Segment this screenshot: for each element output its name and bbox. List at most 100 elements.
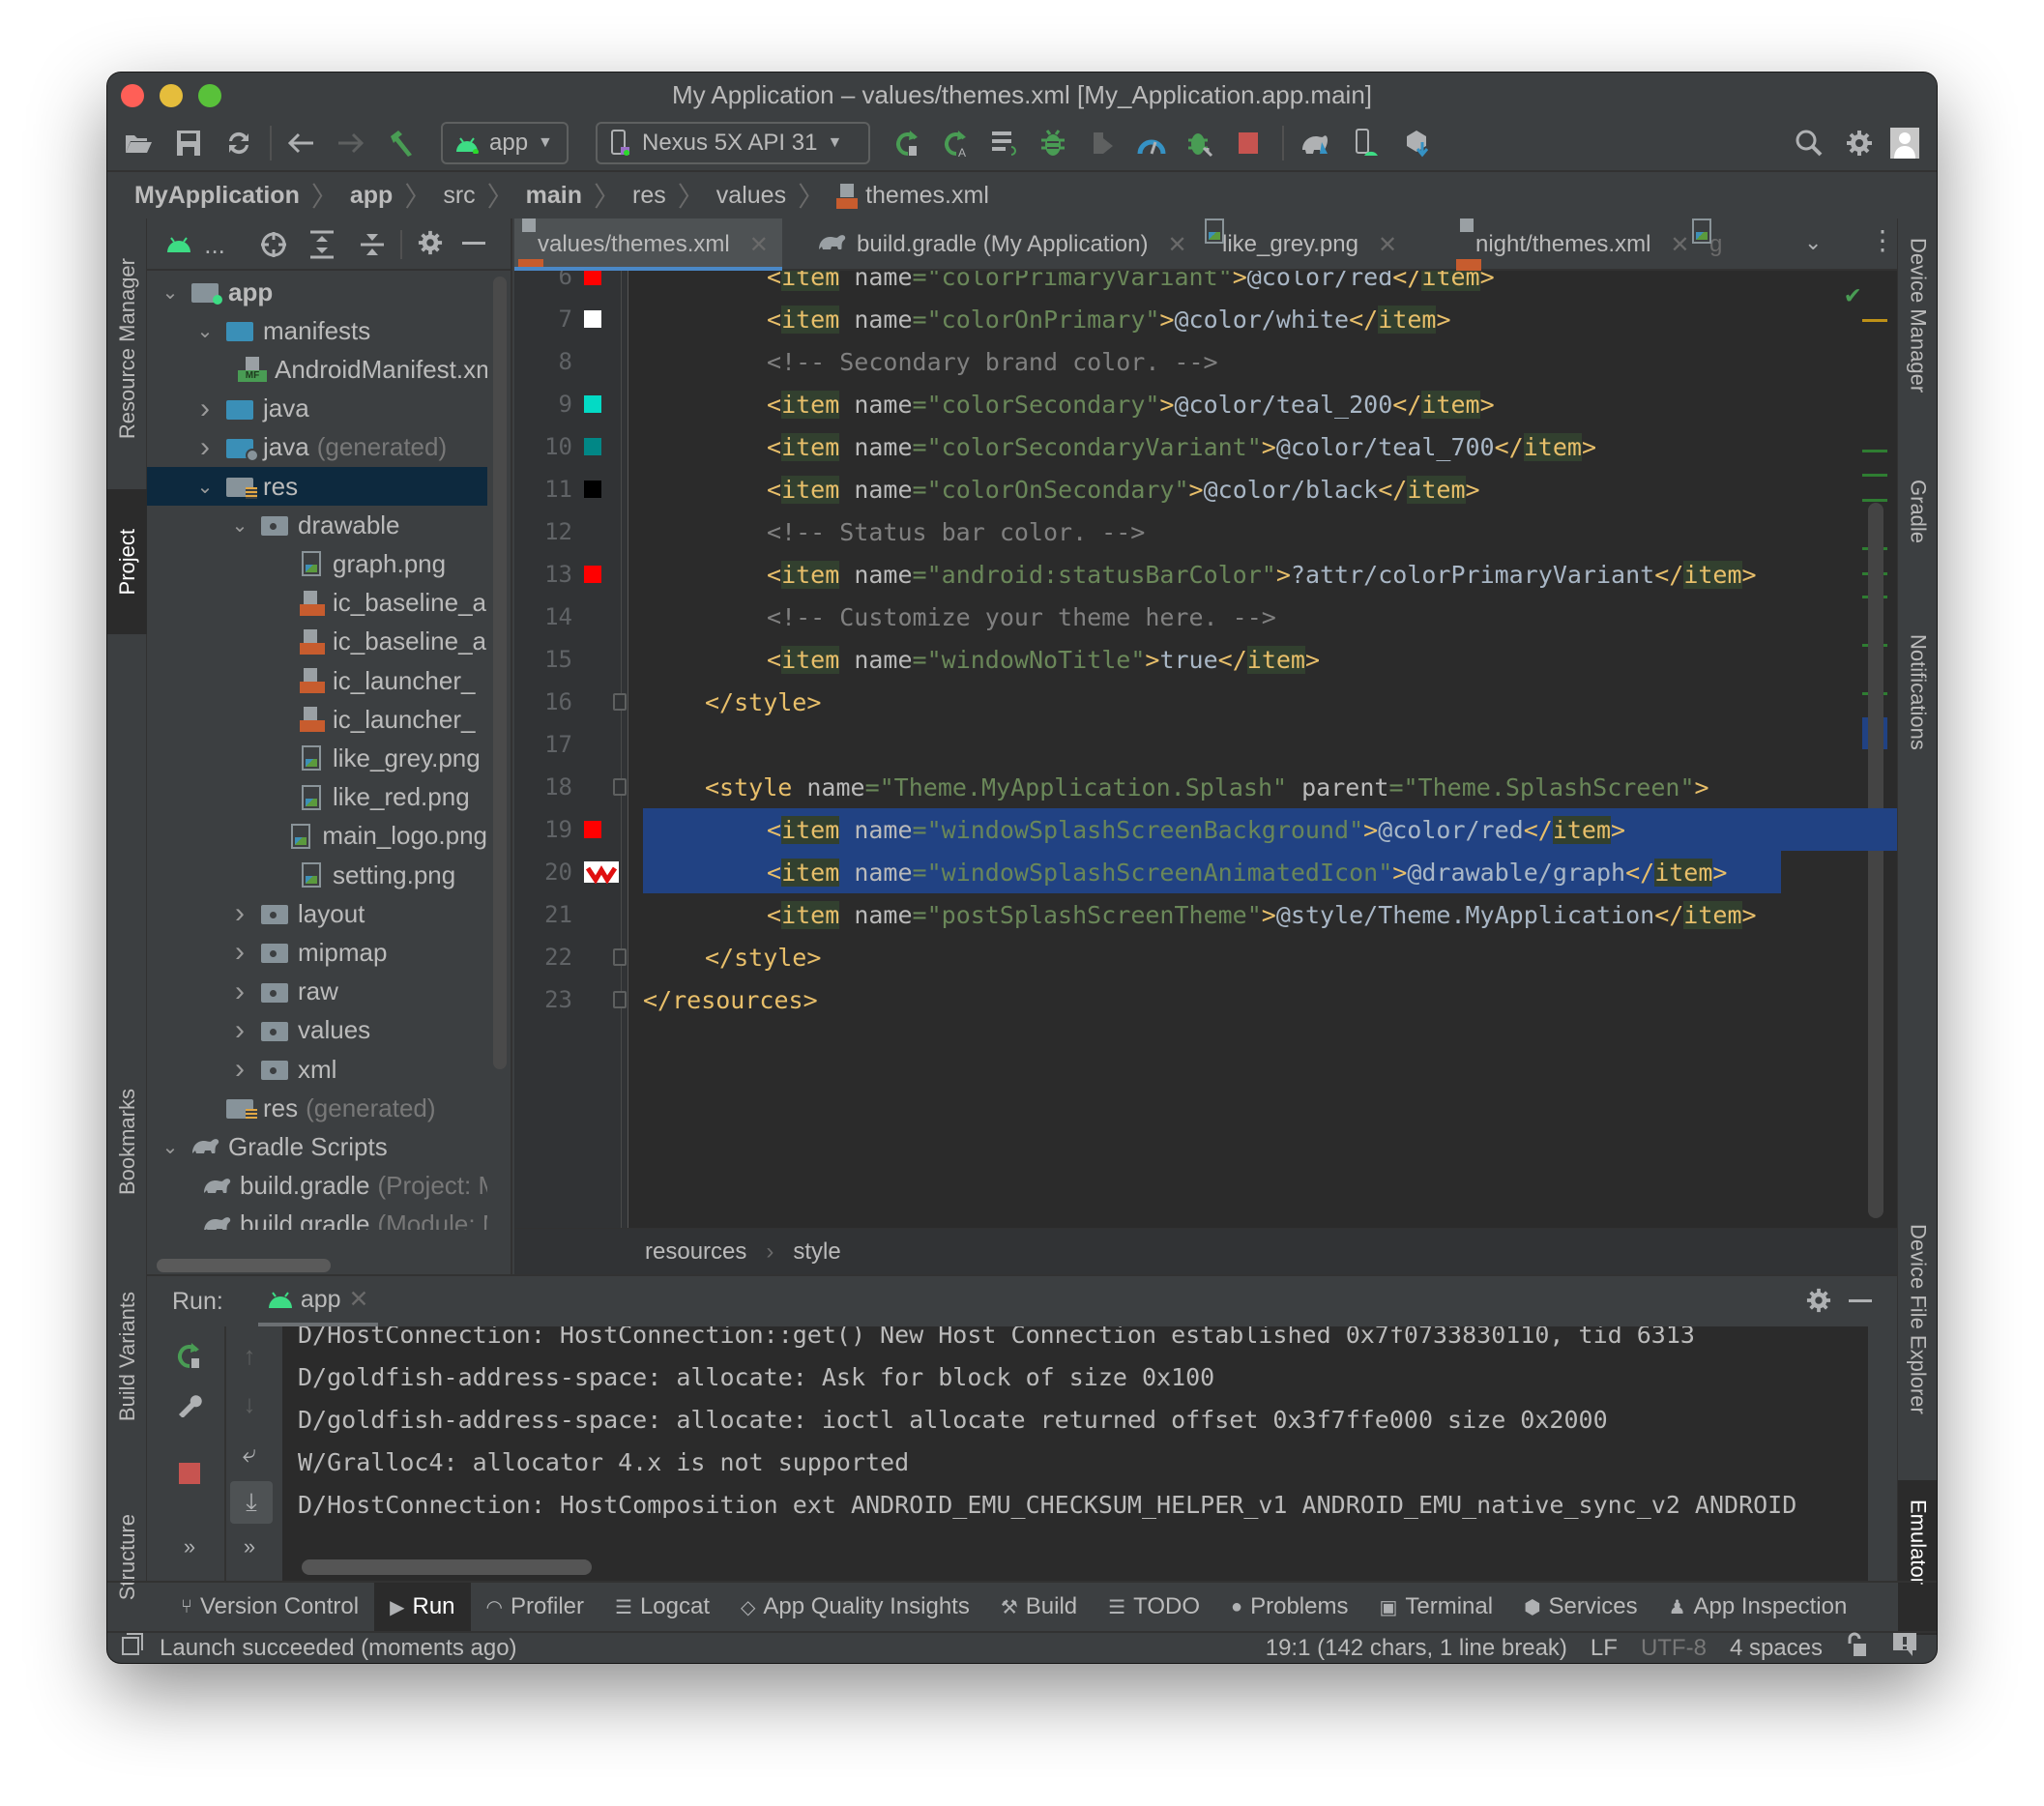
- tree-item[interactable]: setting.png: [147, 856, 487, 894]
- bottom-tab-todo[interactable]: ☰ TODO: [1093, 1583, 1215, 1631]
- breadcrumb-resources[interactable]: resources: [645, 1238, 746, 1266]
- tree-item[interactable]: MF AndroidManifest.xml: [147, 350, 487, 389]
- breadcrumb-item[interactable]: MyApplication: [131, 182, 304, 210]
- device-manager-icon[interactable]: [1347, 124, 1386, 162]
- chevron-right-icon[interactable]: ›: [228, 1014, 251, 1047]
- code-line[interactable]: 7 <item name="colorOnPrimary">@color/whit…: [514, 298, 1897, 340]
- tool-tab-notifications[interactable]: Notifications: [1898, 634, 1937, 828]
- bottom-tab-terminal[interactable]: ▣ Terminal: [1363, 1583, 1508, 1631]
- tool-tab-bookmarks[interactable]: Bookmarks: [107, 1060, 147, 1224]
- gradle-sync-icon[interactable]: [1295, 124, 1337, 162]
- apply-changes-icon[interactable]: [985, 124, 1024, 162]
- tool-tab-device-manager[interactable]: Device Manager: [1898, 238, 1937, 451]
- color-swatch-icon[interactable]: [584, 395, 601, 413]
- color-swatch-icon[interactable]: [584, 438, 601, 455]
- drawable-preview-icon[interactable]: [584, 861, 619, 885]
- apply-code-changes-icon[interactable]: A: [937, 124, 976, 162]
- bottom-tab-profiler[interactable]: ◠ Profiler: [471, 1583, 599, 1631]
- more-actions-icon[interactable]: »: [230, 1528, 269, 1566]
- chevron-down-icon[interactable]: ⌄: [228, 513, 251, 538]
- breadcrumb-item[interactable]: values: [713, 182, 790, 210]
- fold-marker-icon[interactable]: [613, 693, 627, 711]
- search-icon[interactable]: [1790, 124, 1828, 162]
- breadcrumb-item[interactable]: res: [628, 182, 670, 210]
- fold-marker-icon[interactable]: [613, 778, 627, 796]
- expand-all-icon[interactable]: [309, 230, 335, 266]
- tree-item[interactable]: ⌄ Gradle Scripts: [147, 1127, 487, 1166]
- tree-item[interactable]: ic_launcher_: [147, 700, 487, 739]
- editor-tab[interactable]: build.gradle (My Application) ✕: [804, 218, 1201, 271]
- project-tree-hscrollbar[interactable]: [157, 1259, 331, 1272]
- stop-icon[interactable]: [1229, 124, 1268, 162]
- breadcrumb-style[interactable]: style: [793, 1238, 840, 1266]
- bottom-tab-problems[interactable]: ● Problems: [1215, 1583, 1363, 1631]
- tree-item[interactable]: build.gradle (Module: My_Application.app): [147, 1206, 487, 1230]
- chevron-down-icon[interactable]: ⌄: [193, 319, 217, 343]
- collapse-all-icon[interactable]: [360, 230, 385, 266]
- run-config-dropdown[interactable]: app ▼: [441, 122, 569, 164]
- hide-panel-icon[interactable]: [462, 230, 485, 262]
- fold-marker-icon[interactable]: [613, 991, 627, 1008]
- bottom-tab-app-quality-insights[interactable]: ◇ App Quality Insights: [725, 1583, 985, 1631]
- settings-icon[interactable]: [1840, 124, 1879, 162]
- tree-item[interactable]: › raw: [147, 973, 487, 1011]
- tree-item[interactable]: ic_launcher_: [147, 661, 487, 700]
- code-line[interactable]: 17: [514, 723, 1897, 766]
- soft-wrap-icon[interactable]: ⤶: [230, 1435, 269, 1473]
- tabs-overflow-chevron-icon[interactable]: ⌄: [1804, 230, 1822, 255]
- tree-item[interactable]: build.gradle(Project: My_Application): [147, 1167, 487, 1206]
- tool-tab-project[interactable]: Project: [107, 489, 147, 634]
- caret-position[interactable]: 19:1 (142 chars, 1 line break): [1266, 1635, 1567, 1662]
- save-icon[interactable]: [171, 124, 206, 162]
- sync-icon[interactable]: [221, 124, 256, 162]
- chevron-right-icon[interactable]: ›: [228, 897, 251, 930]
- code-line[interactable]: 19 <item name="windowSplashScreenBackgrou…: [514, 808, 1897, 851]
- color-swatch-icon[interactable]: [584, 481, 601, 498]
- code-line[interactable]: 13 <item name="android:statusBarColor">?a…: [514, 553, 1897, 596]
- breadcrumb-item[interactable]: themes.xml: [832, 182, 993, 210]
- tool-tab-build-variants[interactable]: Build Variants: [107, 1267, 147, 1446]
- attach-debugger-icon[interactable]: [1181, 124, 1219, 162]
- tree-item[interactable]: › xml: [147, 1050, 487, 1089]
- code-line[interactable]: 22 </style>: [514, 936, 1897, 978]
- locate-file-icon[interactable]: [259, 230, 288, 266]
- settings-icon[interactable]: [418, 230, 443, 262]
- breadcrumb-item[interactable]: main: [522, 182, 586, 210]
- scroll-up-icon[interactable]: ↑: [230, 1336, 269, 1375]
- code-editor[interactable]: ✔ 6 <item name="colorPrimaryVariant">@col…: [514, 271, 1897, 1228]
- tree-item[interactable]: › layout: [147, 894, 487, 933]
- close-tab-icon[interactable]: ✕: [1168, 231, 1187, 259]
- chevron-right-icon[interactable]: ›: [193, 431, 217, 464]
- wrench-icon[interactable]: [170, 1384, 209, 1423]
- profile-icon[interactable]: [1084, 124, 1123, 162]
- status-message[interactable]: Launch succeeded (moments ago): [160, 1635, 517, 1662]
- tool-tab-resource-manager[interactable]: Resource Manager: [107, 218, 147, 480]
- editor-tab[interactable]: values/themes.xml ✕: [514, 218, 782, 273]
- more-options-icon[interactable]: ⋮: [1869, 227, 1896, 254]
- rerun-icon[interactable]: [170, 1336, 209, 1375]
- fold-marker-icon[interactable]: [613, 948, 627, 966]
- code-line[interactable]: 14 <!-- Customize your theme here. -->: [514, 596, 1897, 638]
- debug-icon[interactable]: [1034, 124, 1072, 162]
- project-tree-scrollbar[interactable]: [493, 277, 507, 1069]
- tree-item[interactable]: ⌄ res: [147, 467, 487, 506]
- problems-notification-icon[interactable]: [1892, 1632, 1917, 1663]
- lock-open-icon[interactable]: [1846, 1632, 1867, 1663]
- chevron-down-icon[interactable]: ⌄: [193, 475, 217, 499]
- tree-item[interactable]: ⌄ manifests: [147, 311, 487, 350]
- file-encoding[interactable]: UTF-8: [1641, 1635, 1707, 1662]
- sdk-manager-icon[interactable]: [1397, 124, 1436, 162]
- more-actions-icon[interactable]: »: [170, 1528, 209, 1566]
- stop-icon[interactable]: [170, 1454, 209, 1493]
- editor-tab[interactable]: night/themes.xml ✕: [1452, 218, 1704, 271]
- console-hscrollbar[interactable]: [302, 1559, 592, 1575]
- settings-icon[interactable]: [1806, 1288, 1831, 1320]
- hide-panel-icon[interactable]: [1849, 1299, 1872, 1302]
- breadcrumb-item[interactable]: src: [439, 182, 479, 210]
- account-icon[interactable]: [1888, 124, 1921, 162]
- code-line[interactable]: 23 </resources>: [514, 978, 1897, 1021]
- project-view-selector[interactable]: ...: [166, 230, 225, 260]
- breadcrumb-item[interactable]: app: [346, 182, 396, 210]
- tree-item[interactable]: res (generated): [147, 1089, 487, 1127]
- tree-item[interactable]: like_grey.png: [147, 739, 487, 777]
